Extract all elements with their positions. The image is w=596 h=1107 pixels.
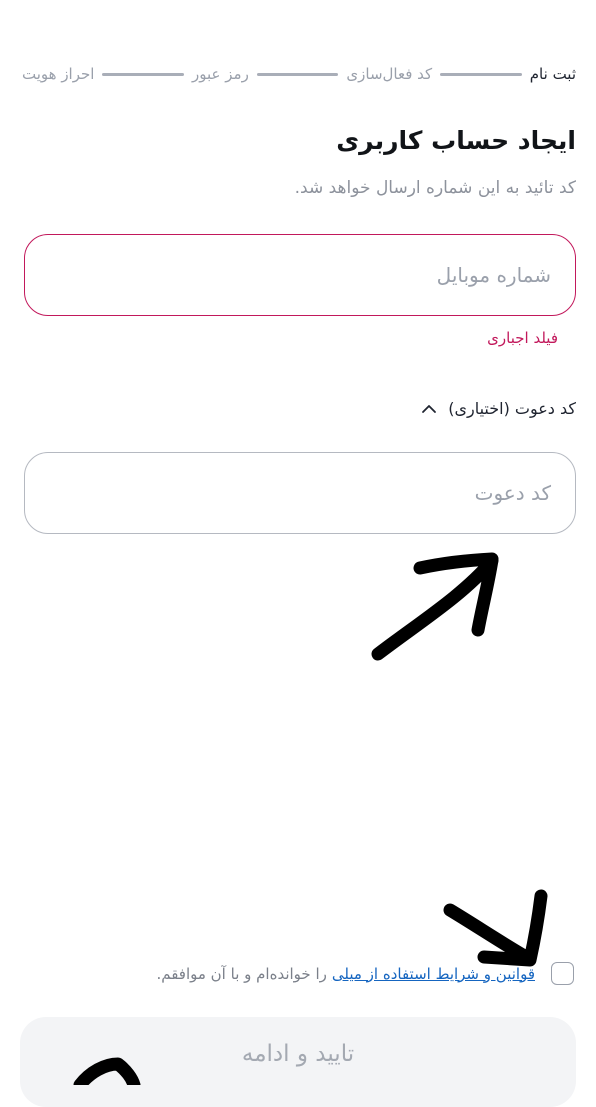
- step-password: رمز عبور: [192, 65, 249, 83]
- confirm-continue-button[interactable]: تایید و ادامه: [20, 1017, 576, 1107]
- annotation-scribbles: [73, 552, 548, 1085]
- page-subtitle: کد تائید به این شماره ارسال خواهد شد.: [294, 178, 576, 198]
- phone-number-placeholder: شماره موبایل: [436, 263, 551, 287]
- arrow-annotation-checkbox: [443, 889, 548, 967]
- invite-code-field[interactable]: کد دعوت: [24, 452, 576, 534]
- terms-text: را خوانده‌ام و با آن موافقم.: [156, 964, 327, 983]
- invite-code-placeholder: کد دعوت: [474, 481, 551, 505]
- terms-checkbox[interactable]: [551, 962, 574, 985]
- terms-agreement: قوانین و شرایط استفاده از میلی را خوانده…: [156, 962, 574, 985]
- signup-stepper: ثبت نام کد فعال‌سازی رمز عبور احراز هویت: [22, 62, 576, 86]
- step-signup: ثبت نام: [529, 65, 576, 83]
- invite-code-toggle-label: کد دعوت (اختیاری): [448, 399, 576, 418]
- arrow-annotation-top: [371, 552, 499, 661]
- step-activation-code: کد فعال‌سازی: [346, 65, 433, 83]
- step-identity: احراز هویت: [21, 65, 95, 83]
- terms-link[interactable]: قوانین و شرایط استفاده از میلی: [332, 965, 535, 983]
- step-connector: [256, 72, 339, 76]
- step-connector: [102, 72, 185, 76]
- chevron-up-icon: [422, 404, 437, 413]
- invite-code-toggle[interactable]: کد دعوت (اختیاری): [420, 399, 576, 418]
- phone-number-field[interactable]: شماره موبایل: [24, 234, 576, 316]
- step-connector: [440, 72, 522, 76]
- confirm-continue-label: تایید و ادامه: [241, 1041, 355, 1067]
- phone-error-message: فیلد اجباری: [487, 329, 558, 347]
- page-title: ایجاد حساب کاربری: [336, 126, 576, 155]
